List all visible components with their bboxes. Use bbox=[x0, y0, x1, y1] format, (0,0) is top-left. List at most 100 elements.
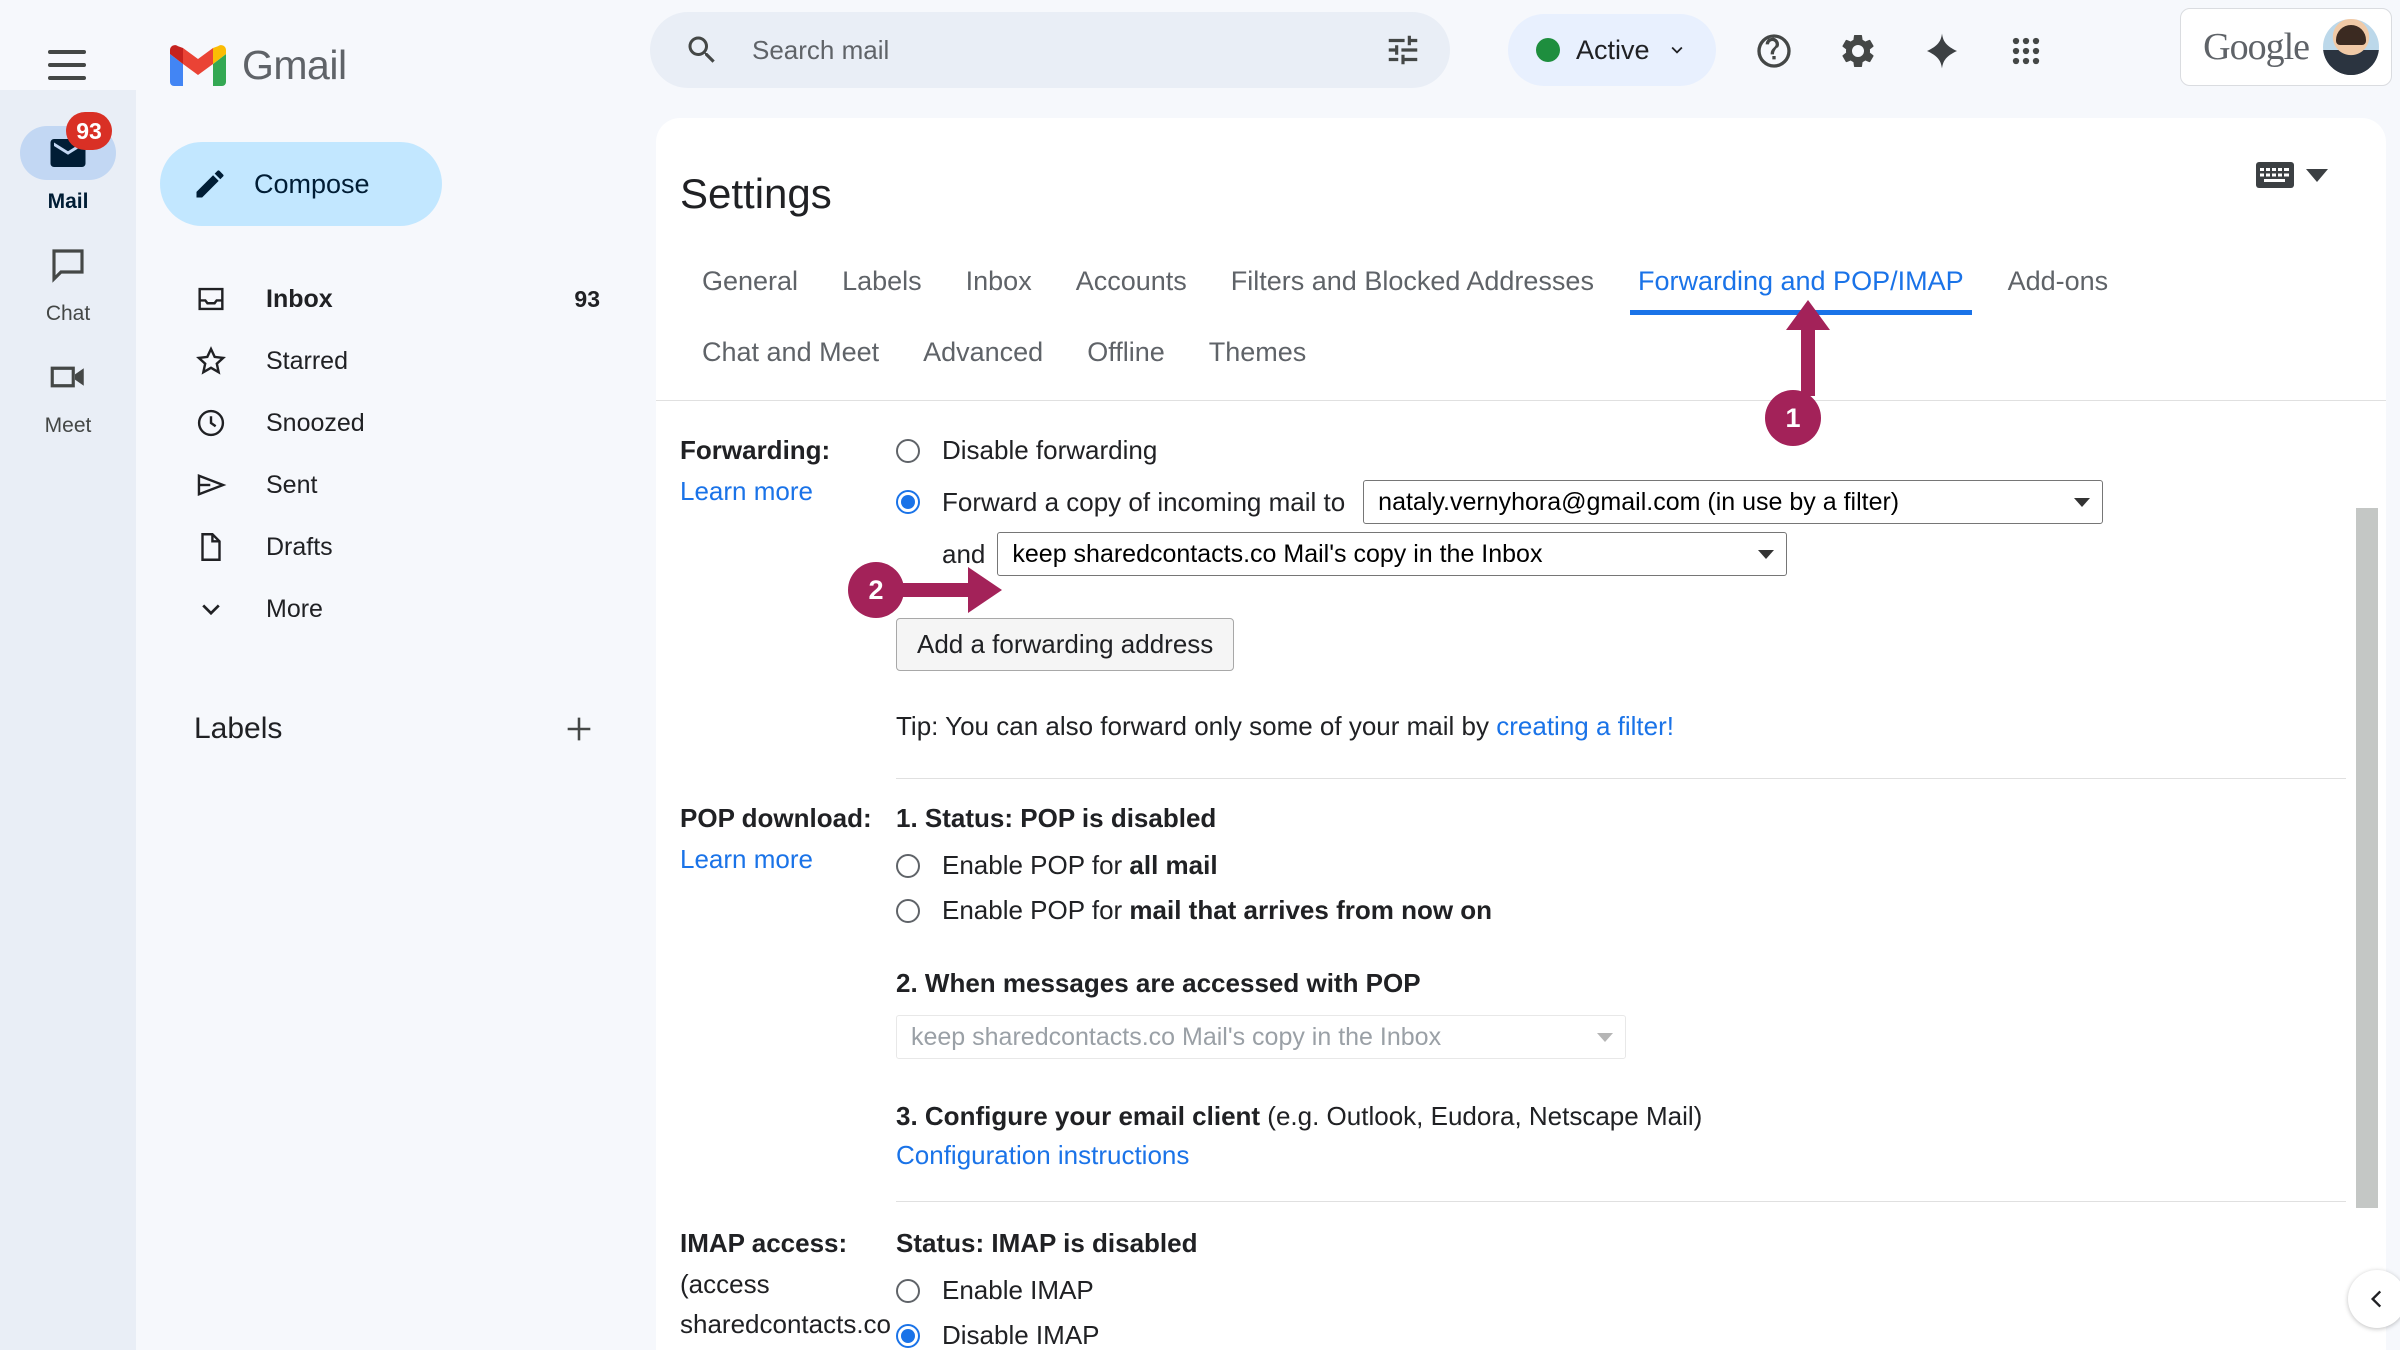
gemini-sparkle-icon[interactable] bbox=[1913, 22, 1971, 80]
search-bar[interactable] bbox=[650, 12, 1450, 88]
mail-unread-badge: 93 bbox=[66, 112, 112, 150]
gear-icon[interactable] bbox=[1829, 22, 1887, 80]
top-header: Gmail Active bbox=[0, 0, 2400, 130]
pop-label: POP download: bbox=[680, 803, 872, 833]
sidebar-item-drafts[interactable]: Drafts bbox=[136, 516, 626, 578]
mail-icon-wrap: 93 bbox=[20, 112, 116, 180]
pop-from-now-row[interactable]: Enable POP for mail that arrives from no… bbox=[896, 895, 2346, 926]
enable-imap-row[interactable]: Enable IMAP bbox=[896, 1275, 2346, 1306]
disable-imap-radio[interactable] bbox=[896, 1323, 920, 1348]
gmail-brand[interactable]: Gmail bbox=[170, 42, 347, 89]
sidebar-item-more[interactable]: More bbox=[136, 578, 626, 640]
rail-item-mail[interactable]: 93 Mail bbox=[8, 112, 128, 224]
sidebar-item-snoozed[interactable]: Snoozed bbox=[136, 392, 626, 454]
annotation-arrow-1 bbox=[1786, 300, 1830, 396]
imap-sublabel: (access sharedcontacts.co Mail from othe… bbox=[680, 1269, 892, 1350]
imap-access-section: IMAP access: (access sharedcontacts.co M… bbox=[680, 1202, 2346, 1350]
forward-action-row: and keep sharedcontacts.co Mail's copy i… bbox=[942, 532, 2346, 576]
chevron-left-icon bbox=[2370, 1290, 2382, 1308]
rail-item-chat[interactable]: Chat bbox=[8, 232, 128, 336]
tab-general[interactable]: General bbox=[680, 256, 820, 315]
meet-icon-wrap bbox=[20, 350, 116, 404]
app-rail: 93 Mail Chat Meet bbox=[0, 90, 136, 1350]
settings-scrollbar[interactable] bbox=[2356, 508, 2378, 1208]
settings-content: Forwarding: Learn more Disable forwardin… bbox=[656, 401, 2386, 1350]
video-camera-icon bbox=[50, 366, 84, 388]
enable-imap-label: Enable IMAP bbox=[942, 1275, 1094, 1305]
rail-item-meet[interactable]: Meet bbox=[8, 344, 128, 448]
tab-accounts[interactable]: Accounts bbox=[1054, 256, 1209, 315]
pop-learn-more-link[interactable]: Learn more bbox=[680, 844, 888, 875]
settings-tabs-row-2: Chat and Meet Advanced Offline Themes bbox=[680, 327, 2386, 386]
sidebar-item-starred[interactable]: Starred bbox=[136, 330, 626, 392]
gmail-settings-window: Gmail Active bbox=[0, 0, 2400, 1350]
pop-from-now-strong: mail that arrives from now on bbox=[1129, 895, 1493, 925]
pop-message-action-select: keep sharedcontacts.co Mail's copy in th… bbox=[896, 1015, 1626, 1059]
tab-inbox[interactable]: Inbox bbox=[944, 256, 1054, 315]
pop-all-mail-row[interactable]: Enable POP for all mail bbox=[896, 850, 2346, 881]
tab-advanced[interactable]: Advanced bbox=[901, 327, 1065, 386]
document-icon bbox=[201, 533, 221, 561]
mail-nav: Compose Inbox 93 Starred Snoozed Sent Dr… bbox=[136, 130, 656, 1350]
disable-imap-row[interactable]: Disable IMAP bbox=[896, 1320, 2346, 1350]
forwarding-learn-more-link[interactable]: Learn more bbox=[680, 476, 888, 507]
compose-label: Compose bbox=[254, 168, 370, 199]
tab-offline[interactable]: Offline bbox=[1065, 327, 1187, 386]
plus-icon[interactable] bbox=[562, 712, 596, 746]
compose-button[interactable]: Compose bbox=[160, 142, 442, 226]
add-forwarding-address-button[interactable]: Add a forwarding address bbox=[896, 618, 1235, 671]
forward-copy-row[interactable]: Forward a copy of incoming mail to natal… bbox=[896, 480, 2346, 524]
pop-from-now-radio[interactable] bbox=[896, 898, 920, 923]
inbox-icon bbox=[198, 287, 224, 311]
chevron-down-icon bbox=[2074, 497, 2091, 507]
tab-labels[interactable]: Labels bbox=[820, 256, 944, 315]
pop-from-now-label: Enable POP for mail that arrives from no… bbox=[942, 895, 1492, 926]
apps-grid-icon[interactable] bbox=[1997, 22, 2055, 80]
pop-all-mail-strong: all mail bbox=[1129, 850, 1218, 880]
pop-all-mail-radio[interactable] bbox=[896, 853, 920, 878]
disable-forwarding-radio[interactable] bbox=[896, 438, 920, 463]
status-dot bbox=[1536, 38, 1560, 62]
avatar[interactable] bbox=[2323, 19, 2379, 75]
pop-step3-heading: 3. Configure your email client (e.g. Out… bbox=[896, 1101, 2346, 1132]
rail-item-label: Chat bbox=[45, 302, 91, 325]
sidebar-item-sent[interactable]: Sent bbox=[136, 454, 626, 516]
chat-icon-wrap bbox=[20, 238, 116, 292]
enable-imap-radio[interactable] bbox=[896, 1278, 920, 1303]
forwarding-label: Forwarding: bbox=[680, 435, 831, 465]
sidebar-item-inbox[interactable]: Inbox 93 bbox=[136, 268, 626, 330]
sidebar-item-label: Starred bbox=[266, 346, 348, 375]
chevron-down-icon bbox=[202, 604, 220, 616]
configuration-instructions-link[interactable]: Configuration instructions bbox=[896, 1140, 1189, 1170]
tab-filters-and-blocked-addresses[interactable]: Filters and Blocked Addresses bbox=[1209, 256, 1616, 315]
pop-label-col: POP download: Learn more bbox=[680, 803, 888, 1202]
settings-card: Settings General Labels Inbox Accounts F… bbox=[656, 118, 2386, 1350]
side-panel-toggle[interactable] bbox=[2348, 1270, 2400, 1328]
tab-add-ons[interactable]: Add-ons bbox=[1986, 256, 2131, 315]
pop-step3-strong: 3. Configure your email client bbox=[896, 1101, 1261, 1131]
forward-copy-label: Forward a copy of incoming mail to bbox=[942, 486, 1346, 517]
rail-item-label: Meet bbox=[44, 414, 92, 437]
account-pill[interactable]: Google bbox=[2180, 8, 2392, 86]
keyboard-shortcuts-toggle[interactable] bbox=[2256, 162, 2328, 188]
sidebar-item-label: More bbox=[266, 594, 323, 623]
help-icon[interactable] bbox=[1745, 22, 1803, 80]
tab-themes[interactable]: Themes bbox=[1187, 327, 1329, 386]
sidebar-item-label: Drafts bbox=[266, 532, 333, 561]
chevron-down-icon bbox=[1671, 46, 1683, 54]
pop-from-now-prefix: Enable POP for bbox=[942, 895, 1130, 925]
annotation-badge-2: 2 bbox=[848, 562, 904, 618]
forwarding-address-select[interactable]: nataly.vernyhora@gmail.com (in use by a … bbox=[1363, 480, 2104, 524]
imap-body: Status: IMAP is disabled Enable IMAP Dis… bbox=[888, 1228, 2346, 1350]
disable-forwarding-row[interactable]: Disable forwarding bbox=[896, 435, 2346, 466]
inbox-count: 93 bbox=[574, 285, 600, 312]
tab-chat-and-meet[interactable]: Chat and Meet bbox=[680, 327, 901, 386]
sidebar-item-label: Inbox bbox=[266, 284, 333, 313]
forward-copy-radio[interactable] bbox=[896, 490, 920, 514]
gmail-logo-icon bbox=[170, 45, 226, 86]
creating-a-filter-link[interactable]: creating a filter! bbox=[1496, 711, 1674, 741]
tune-icon[interactable] bbox=[1384, 31, 1422, 69]
forwarding-copy-action-select[interactable]: keep sharedcontacts.co Mail's copy in th… bbox=[997, 532, 1788, 576]
search-input[interactable] bbox=[752, 34, 1384, 66]
status-chip-active[interactable]: Active bbox=[1508, 14, 1716, 86]
